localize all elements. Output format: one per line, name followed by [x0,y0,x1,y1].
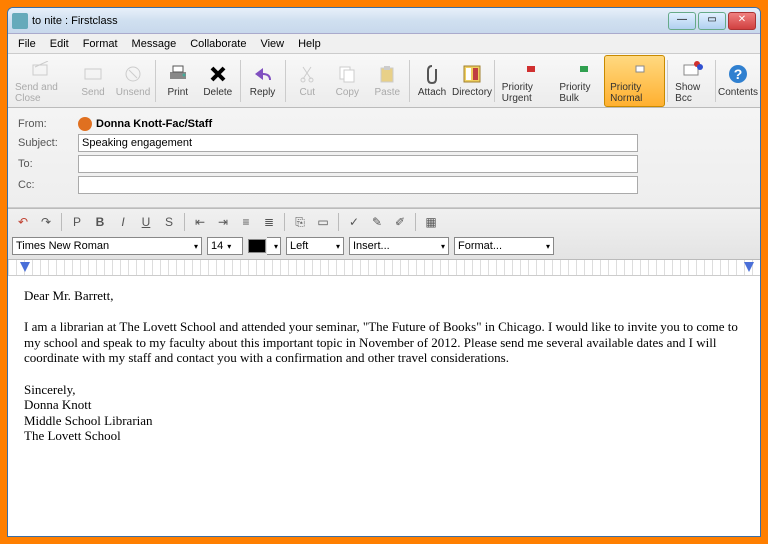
app-icon [12,13,28,29]
flag-normal-icon [624,58,646,80]
app-window: to nite : Firstclass — ▭ ✕ File Edit For… [7,7,761,537]
strike-button[interactable]: S [158,212,180,232]
fontsize-select[interactable]: 14▾ [207,237,243,255]
reply-button[interactable]: Reply [243,55,283,107]
window-title: to nite : Firstclass [32,15,668,27]
image-button[interactable]: ▭ [312,212,334,232]
print-icon [167,63,189,85]
send-close-icon [31,58,53,80]
attach-button[interactable]: Attach [412,55,452,107]
format-toolbar: ↶ ↷ P B I U S ⇤ ⇥ ≡ ≣ ⎘ ▭ ✓ ✎ ✐ ▦ Times … [8,208,760,260]
attach-icon [421,63,443,85]
underline-button[interactable]: U [135,212,157,232]
from-label: From: [18,118,78,130]
help-icon: ? [727,63,749,85]
show-bcc-button[interactable]: Show Bcc [670,55,713,107]
body-signature-name: Donna Knott [24,397,744,413]
subject-input[interactable] [78,134,638,152]
reply-icon [252,63,274,85]
send-close-button[interactable]: Send and Close [10,55,73,107]
flag-bulk-icon [568,58,590,80]
cut-button[interactable]: Cut [287,55,327,107]
from-value: Donna Knott-Fac/Staff [78,117,212,131]
link-button[interactable]: ⎘ [289,212,311,232]
to-label: To: [18,158,78,170]
menu-format[interactable]: Format [77,36,124,52]
delete-icon [207,63,229,85]
plain-button[interactable]: P [66,212,88,232]
copy-icon [336,63,358,85]
font-select[interactable]: Times New Roman▾ [12,237,202,255]
maximize-button[interactable]: ▭ [698,12,726,30]
message-body[interactable]: Dear Mr. Barrett, I am a librarian at Th… [8,276,760,536]
italic-button[interactable]: I [112,212,134,232]
menu-file[interactable]: File [12,36,42,52]
body-signature-org: The Lovett School [24,428,744,444]
cc-input[interactable] [78,176,638,194]
flag-urgent-icon [515,58,537,80]
highlight-button[interactable]: ✐ [389,212,411,232]
body-signature-role: Middle School Librarian [24,413,744,429]
directory-button[interactable]: Directory [452,55,492,107]
close-button[interactable]: ✕ [728,12,756,30]
contents-button[interactable]: ?Contents [718,55,758,107]
bcc-icon [681,58,703,80]
color-swatch[interactable] [248,239,266,253]
bullets-button[interactable]: ≡ [235,212,257,232]
cut-icon [296,63,318,85]
indent-button[interactable]: ⇥ [212,212,234,232]
svg-text:?: ? [734,66,743,82]
body-signoff: Sincerely, [24,382,744,398]
message-header: From: Donna Knott-Fac/Staff Subject: To:… [8,108,760,208]
to-input[interactable] [78,155,638,173]
main-toolbar: Send and Close Send Unsend Print Delete … [8,54,760,108]
insert-select[interactable]: Insert...▾ [349,237,449,255]
priority-urgent-button[interactable]: Priority Urgent [497,55,555,107]
menu-edit[interactable]: Edit [44,36,75,52]
align-select[interactable]: Left▾ [286,237,344,255]
unsend-button[interactable]: Unsend [113,55,153,107]
bold-button[interactable]: B [89,212,111,232]
color-select[interactable]: ▾ [267,237,281,255]
redo-button[interactable]: ↷ [35,212,57,232]
numbering-button[interactable]: ≣ [258,212,280,232]
titlebar: to nite : Firstclass — ▭ ✕ [8,8,760,34]
menu-collaborate[interactable]: Collaborate [184,36,252,52]
priority-bulk-button[interactable]: Priority Bulk [554,55,604,107]
unsend-icon [122,63,144,85]
print-button[interactable]: Print [158,55,198,107]
subject-label: Subject: [18,137,78,149]
paste-button[interactable]: Paste [367,55,407,107]
undo-button[interactable]: ↶ [12,212,34,232]
format-select[interactable]: Format...▾ [454,237,554,255]
menubar: File Edit Format Message Collaborate Vie… [8,34,760,54]
outdent-button[interactable]: ⇤ [189,212,211,232]
priority-normal-button[interactable]: Priority Normal [604,55,665,107]
directory-icon [461,63,483,85]
ruler[interactable] [8,260,760,276]
delete-button[interactable]: Delete [198,55,238,107]
body-greeting: Dear Mr. Barrett, [24,288,744,304]
paste-icon [376,63,398,85]
menu-message[interactable]: Message [126,36,183,52]
send-icon [82,63,104,85]
copy-button[interactable]: Copy [327,55,367,107]
minimize-button[interactable]: — [668,12,696,30]
spell-button[interactable]: ✓ [343,212,365,232]
menu-view[interactable]: View [254,36,290,52]
menu-help[interactable]: Help [292,36,327,52]
extra-button[interactable]: ▦ [420,212,442,232]
send-button[interactable]: Send [73,55,113,107]
clear-button[interactable]: ✎ [366,212,388,232]
body-paragraph: I am a librarian at The Lovett School an… [24,319,744,366]
cc-label: Cc: [18,179,78,191]
